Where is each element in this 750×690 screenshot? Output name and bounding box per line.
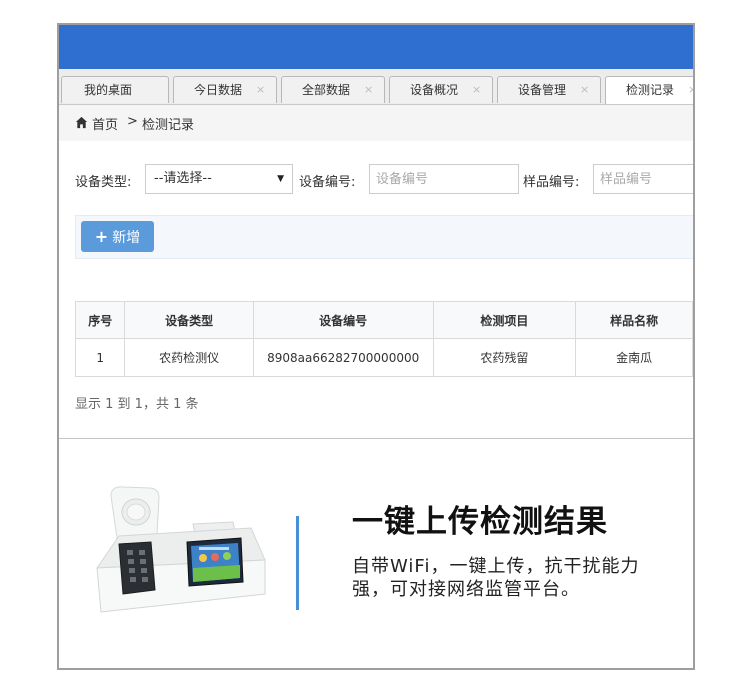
table-cell: 农药检测仪 xyxy=(124,338,254,377)
tab-label: 检测记录 xyxy=(626,83,675,97)
device-type-selected: --请选择-- xyxy=(154,171,212,186)
promo-section: 一键上传检测结果 自带WiFi，一键上传，抗干扰能力强，可对接网络监管平台。 xyxy=(59,439,693,668)
app-window: 我的桌面 今日数据 × 全部数据 × 设备概况 × 设备管理 × 检测记录 × … xyxy=(57,23,695,670)
pesticide-detector-image xyxy=(96,486,266,613)
table-header-row: 序号 设备类型 设备编号 检测项目 样品名称 xyxy=(74,301,693,339)
promo-description: 自带WiFi，一键上传，抗干扰能力强，可对接网络监管平台。 xyxy=(352,556,640,600)
toolbar: + 新增 xyxy=(75,215,693,259)
close-icon[interactable]: × xyxy=(472,77,481,103)
tab-label: 设备概况 xyxy=(410,83,459,97)
tab-bar: 我的桌面 今日数据 × 全部数据 × 设备概况 × 设备管理 × 检测记录 × xyxy=(59,69,693,105)
sample-no-input[interactable] xyxy=(593,164,693,194)
tab-label: 全部数据 xyxy=(302,83,351,97)
tab-label: 我的桌面 xyxy=(84,83,133,97)
main-content: 设备类型: --请选择-- ▼ 设备编号: 样品编号: +新增 序号 设备类型 … xyxy=(59,141,693,438)
tab-device-management[interactable]: 设备管理 × xyxy=(497,76,601,103)
column-header[interactable]: 序号 xyxy=(74,301,126,339)
breadcrumb-home[interactable]: 首页 xyxy=(92,114,118,133)
add-button[interactable]: + 新增 xyxy=(81,221,154,252)
column-header[interactable]: 检测项目 xyxy=(432,301,577,339)
plus-icon: + xyxy=(94,227,109,246)
device-type-label: 设备类型: xyxy=(75,175,132,190)
records-table: 序号 设备类型 设备编号 检测项目 样品名称 1 农药检测仪 8908aa662… xyxy=(74,301,693,377)
close-icon[interactable]: × xyxy=(688,77,693,103)
add-button-label: 新增 xyxy=(112,230,141,246)
tab-all-data[interactable]: 全部数据 × xyxy=(281,76,385,103)
close-icon[interactable]: × xyxy=(364,77,373,103)
table-cell: 1 xyxy=(74,338,126,377)
table-cell: 8908aa66282700000000 xyxy=(252,338,434,377)
column-header[interactable]: 设备类型 xyxy=(124,301,254,339)
pagination-info: 显示 1 到 1，共 1 条 xyxy=(75,397,199,412)
caret-down-icon: ▼ xyxy=(277,174,284,184)
tab-device-overview[interactable]: 设备概况 × xyxy=(389,76,493,103)
tab-today-data[interactable]: 今日数据 × xyxy=(173,76,277,103)
breadcrumb-separator: > xyxy=(127,114,138,129)
device-no-input[interactable] xyxy=(369,164,519,194)
tab-my-desktop[interactable]: 我的桌面 xyxy=(61,76,169,103)
table-cell: 农药残留 xyxy=(432,338,577,377)
device-no-label: 设备编号: xyxy=(299,175,356,190)
column-header[interactable]: 样品名称 xyxy=(575,301,693,339)
device-type-select[interactable]: --请选择-- ▼ xyxy=(145,164,293,194)
column-header[interactable]: 设备编号 xyxy=(252,301,434,339)
table-row[interactable]: 1 农药检测仪 8908aa66282700000000 农药残留 金南瓜 xyxy=(74,338,693,377)
tab-label: 今日数据 xyxy=(194,83,243,97)
promo-title: 一键上传检测结果 xyxy=(352,504,608,540)
home-icon[interactable] xyxy=(75,116,88,129)
breadcrumb: 首页 > 检测记录 xyxy=(59,105,693,141)
close-icon[interactable]: × xyxy=(256,77,265,103)
close-icon[interactable]: × xyxy=(580,77,589,103)
table-cell: 金南瓜 xyxy=(575,338,693,377)
breadcrumb-current: 检测记录 xyxy=(142,118,195,133)
promo-divider-line xyxy=(296,516,299,610)
tab-label: 设备管理 xyxy=(518,83,567,97)
tab-detection-records[interactable]: 检测记录 × xyxy=(605,76,693,104)
top-header-bar xyxy=(59,25,693,69)
sample-no-label: 样品编号: xyxy=(523,175,580,190)
